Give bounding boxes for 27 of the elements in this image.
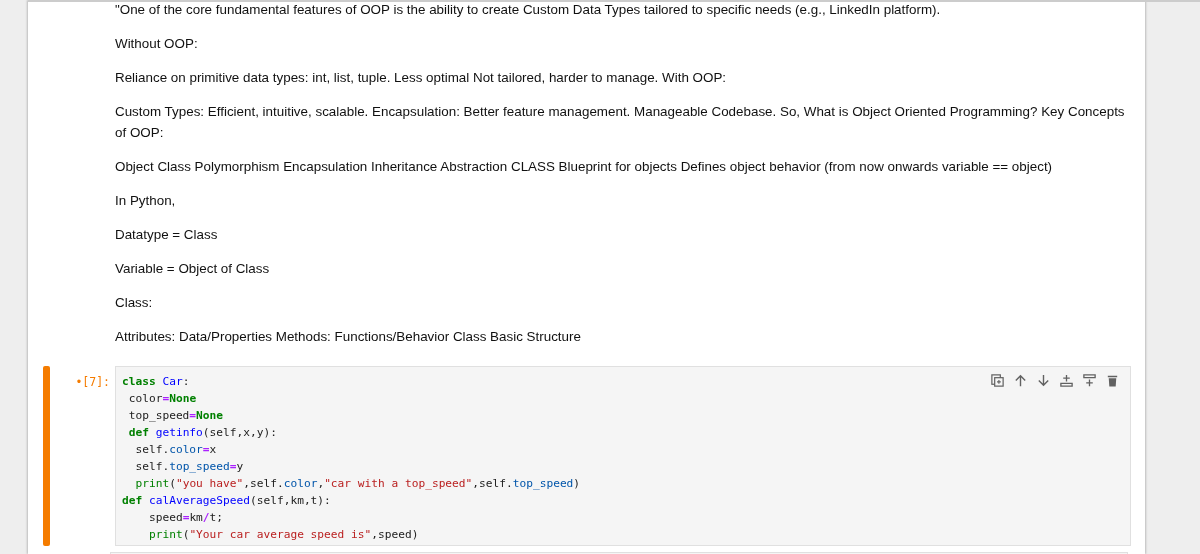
code-line: def calAverageSpeed(self,km,t): (122, 493, 331, 509)
code-line: def getinfo(self,x,y): (127, 425, 277, 441)
code-line: self.top_speed=y (134, 459, 244, 475)
insert-above-icon[interactable] (1059, 373, 1074, 388)
markdown-text: "One of the core fundamental features of OOP is the ability to create Custom Data Types tailored to specific needs (e.g., LinkedIn platform). (115, 1, 942, 19)
duplicate-icon[interactable] (990, 373, 1005, 388)
execution-prompt: •[7]: (75, 375, 110, 389)
code-line: print("Your car average speed is",speed) (147, 527, 419, 543)
code-line: print("you have",self.color,"car with a top_speed",self.top_speed) (134, 476, 581, 492)
code-line: class Car: (122, 374, 190, 390)
code-line: top_speed=None (127, 408, 224, 424)
markdown-text: Datatype = Class (115, 226, 219, 244)
markdown-text: Object Class Polymorphism Encapsulation Inheritance Abstraction CLASS Blueprint for objects Defines object behavior (from now onwards variable == object) (115, 158, 1054, 176)
delete-icon[interactable] (1105, 373, 1120, 388)
markdown-text: In Python, (115, 192, 177, 210)
code-line: speed=km/t; (147, 510, 224, 526)
code-line: color=None (127, 391, 197, 407)
markdown-text: Reliance on primitive data types: int, list, tuple. Less optimal Not tailored, harder to manage. With OOP: (115, 69, 728, 87)
move-up-icon[interactable] (1013, 373, 1028, 388)
markdown-text: Class: (115, 294, 154, 312)
markdown-text: Attributes: Data/Properties Methods: Functions/Behavior Class Basic Structure (115, 328, 582, 346)
markdown-text: Variable = Object of Class (115, 260, 271, 278)
markdown-text: Custom Types: Efficient, intuitive, scalable. Encapsulation: Better feature management. Manageable Codebase. So, What is Object Oriented Programming? Key Concepts of OOP: (115, 103, 1125, 142)
move-down-icon[interactable] (1036, 373, 1051, 388)
code-line: self.color=x (134, 442, 217, 458)
insert-below-icon[interactable] (1082, 373, 1097, 388)
markdown-text: Without OOP: (115, 35, 199, 53)
